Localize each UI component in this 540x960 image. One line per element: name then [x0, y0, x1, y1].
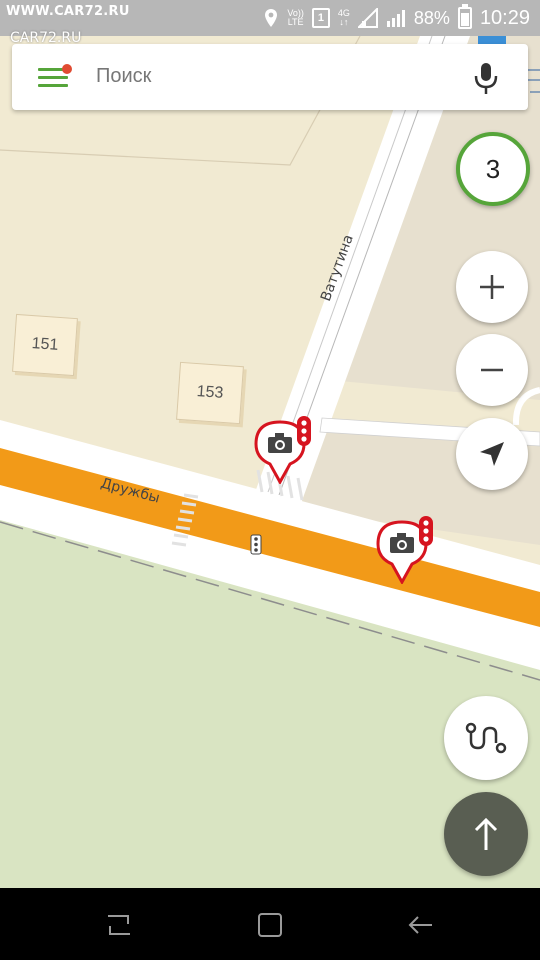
navigation-arrow-icon — [480, 442, 504, 466]
home-icon[interactable] — [255, 912, 285, 938]
traffic-light-icon — [250, 534, 262, 555]
arrow-up-icon — [474, 817, 498, 850]
traffic-level-button[interactable]: 3 — [456, 132, 530, 206]
signal-icon — [357, 8, 378, 28]
clock: 10:29 — [479, 6, 530, 29]
notification-dot — [62, 64, 72, 74]
system-nav-bar — [0, 888, 540, 960]
status-icons: Vo)) LTE 1 4G ↓↑ 88% 10:29 — [263, 4, 530, 32]
volte-indicator: Vo)) LTE — [287, 8, 304, 27]
speed-camera-icon[interactable] — [374, 516, 438, 584]
building-153[interactable]: 153 — [176, 361, 244, 425]
speed-camera-icon[interactable] — [252, 416, 316, 484]
minus-icon — [481, 368, 503, 372]
battery-icon — [457, 4, 472, 29]
sim-slot-icon: 1 — [311, 8, 330, 28]
route-icon — [465, 722, 507, 754]
my-location-button[interactable] — [456, 418, 528, 490]
network-type: 4G ↓↑ — [337, 8, 350, 27]
back-icon[interactable] — [406, 912, 436, 938]
zoom-in-button[interactable] — [456, 251, 528, 323]
battery-percent: 88% — [413, 7, 450, 28]
search-input[interactable]: Поиск — [96, 65, 151, 88]
go-button[interactable] — [444, 792, 528, 876]
building-151[interactable]: 151 — [12, 313, 78, 377]
recent-apps-icon[interactable] — [104, 912, 134, 938]
route-button[interactable] — [444, 696, 528, 780]
watermark-url: WWW.CAR72.RU — [6, 4, 130, 19]
search-bar[interactable]: Поиск — [12, 44, 528, 110]
zoom-out-button[interactable] — [456, 334, 528, 406]
microphone-icon[interactable] — [472, 61, 500, 95]
location-icon — [265, 9, 278, 27]
hamburger-menu-icon[interactable] — [38, 64, 72, 90]
signal-sim2-icon — [386, 10, 405, 27]
plus-icon — [480, 275, 504, 299]
